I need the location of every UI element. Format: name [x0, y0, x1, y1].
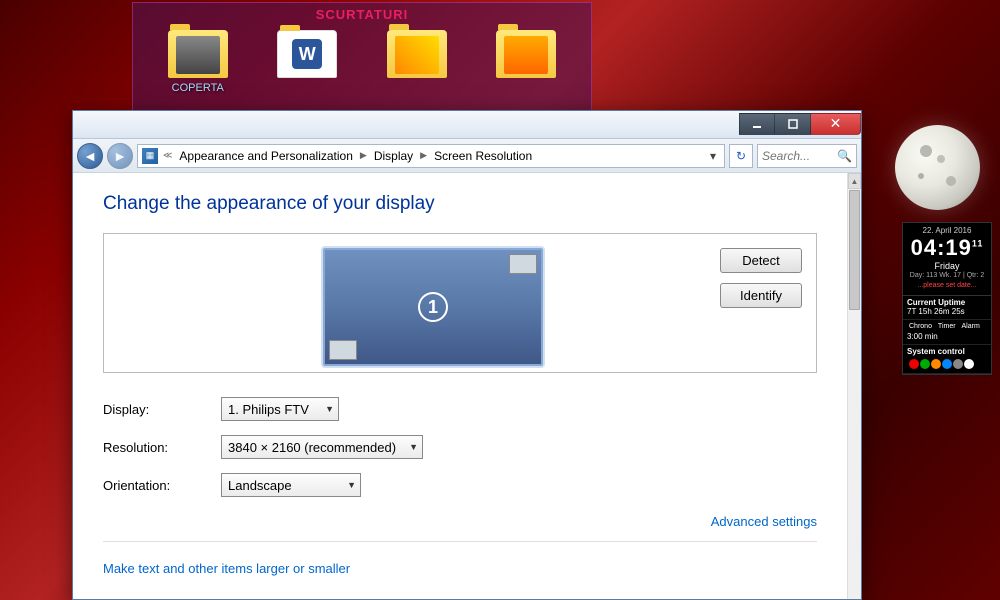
mini-window-icon	[509, 254, 537, 274]
scroll-thumb[interactable]	[849, 190, 860, 310]
clock-warning: ...please set date...	[907, 281, 987, 291]
breadcrumb-dropdown[interactable]: ▾	[706, 149, 720, 163]
search-icon[interactable]: 🔍	[837, 149, 852, 163]
divider	[103, 541, 817, 542]
navbar: ◄ ► ▦ ≪ Appearance and Personalization ▶…	[73, 139, 861, 173]
shortcuts-row: COPERTA W	[133, 30, 591, 94]
moon-gadget[interactable]	[895, 125, 980, 210]
timer-value: 3:00 min	[907, 332, 987, 342]
display-label: Display:	[103, 402, 221, 417]
combo-value: 1. Philips FTV	[228, 402, 309, 417]
folder-label: COPERTA	[163, 82, 233, 94]
orientation-combo[interactable]: Landscape ▼	[221, 473, 361, 497]
clock-day: Friday	[907, 261, 987, 271]
clock-info: Day: 113 Wk. 17 | Qtr: 2	[907, 271, 987, 281]
clock-date: 22. April 2016	[907, 226, 987, 235]
breadcrumb-item[interactable]: Display	[372, 149, 415, 163]
monitor-number: 1	[418, 292, 448, 322]
folder-shortcut[interactable]: COPERTA	[163, 30, 233, 94]
close-button[interactable]: ✕	[811, 113, 861, 135]
refresh-button[interactable]: ↻	[729, 144, 753, 168]
uptime-label: Current Uptime	[907, 298, 987, 308]
scroll-up-icon[interactable]: ▲	[848, 173, 861, 189]
breadcrumb-item[interactable]: Screen Resolution	[432, 149, 534, 163]
folder-shortcut[interactable]	[491, 30, 561, 94]
resolution-combo[interactable]: 3840 × 2160 (recommended) ▼	[221, 435, 423, 459]
text-size-link[interactable]: Make text and other items larger or smal…	[103, 561, 350, 576]
breadcrumb[interactable]: ▦ ≪ Appearance and Personalization ▶ Dis…	[137, 144, 725, 168]
clock-time: 04:1911	[907, 237, 987, 259]
identify-button[interactable]: Identify	[720, 283, 802, 308]
screen-resolution-window: ✕ ◄ ► ▦ ≪ Appearance and Personalization…	[72, 110, 862, 600]
uptime-value: 7T 15h 26m 25s	[907, 307, 987, 317]
chevron-down-icon: ▼	[409, 442, 418, 452]
chevron-right-icon[interactable]: ▶	[357, 150, 370, 161]
chevron-down-icon: ▼	[325, 404, 334, 414]
word-doc-shortcut[interactable]: W	[272, 30, 342, 94]
orientation-label: Orientation:	[103, 478, 221, 493]
minimize-button[interactable]	[739, 113, 775, 135]
vertical-scrollbar[interactable]: ▲	[847, 173, 861, 599]
system-icons[interactable]	[907, 357, 987, 371]
resolution-label: Resolution:	[103, 440, 221, 455]
chevron-right-icon[interactable]: ▶	[417, 150, 430, 161]
advanced-settings-link[interactable]: Advanced settings	[711, 514, 817, 529]
clock-tabs[interactable]: Chrono Timer Alarm	[907, 322, 987, 332]
scurtaturi-title: SCURTATURI	[133, 7, 591, 22]
combo-value: Landscape	[228, 478, 292, 493]
breadcrumb-item[interactable]: Appearance and Personalization	[177, 149, 354, 163]
chevron-right-icon[interactable]: ≪	[160, 150, 175, 161]
titlebar[interactable]: ✕	[73, 111, 861, 139]
combo-value: 3840 × 2160 (recommended)	[228, 440, 396, 455]
clock-gadget[interactable]: 22. April 2016 04:1911 Friday Day: 113 W…	[902, 222, 992, 375]
back-button[interactable]: ◄	[77, 143, 103, 169]
monitor-preview[interactable]: 1	[323, 248, 543, 366]
system-control-label: System control	[907, 347, 987, 357]
word-icon: W	[292, 39, 322, 69]
search-input[interactable]	[762, 149, 832, 163]
control-panel-icon[interactable]: ▦	[142, 148, 158, 164]
folder-shortcut[interactable]	[382, 30, 452, 94]
content-area: Change the appearance of your display 1 …	[73, 173, 847, 599]
mini-window-icon	[329, 340, 357, 360]
detect-button[interactable]: Detect	[720, 248, 802, 273]
display-combo[interactable]: 1. Philips FTV ▼	[221, 397, 339, 421]
chevron-down-icon: ▼	[347, 480, 356, 490]
search-box[interactable]: 🔍	[757, 144, 857, 168]
page-heading: Change the appearance of your display	[103, 193, 817, 215]
display-preview-box: 1 Detect Identify	[103, 233, 817, 373]
forward-button[interactable]: ►	[107, 143, 133, 169]
maximize-button[interactable]	[775, 113, 811, 135]
